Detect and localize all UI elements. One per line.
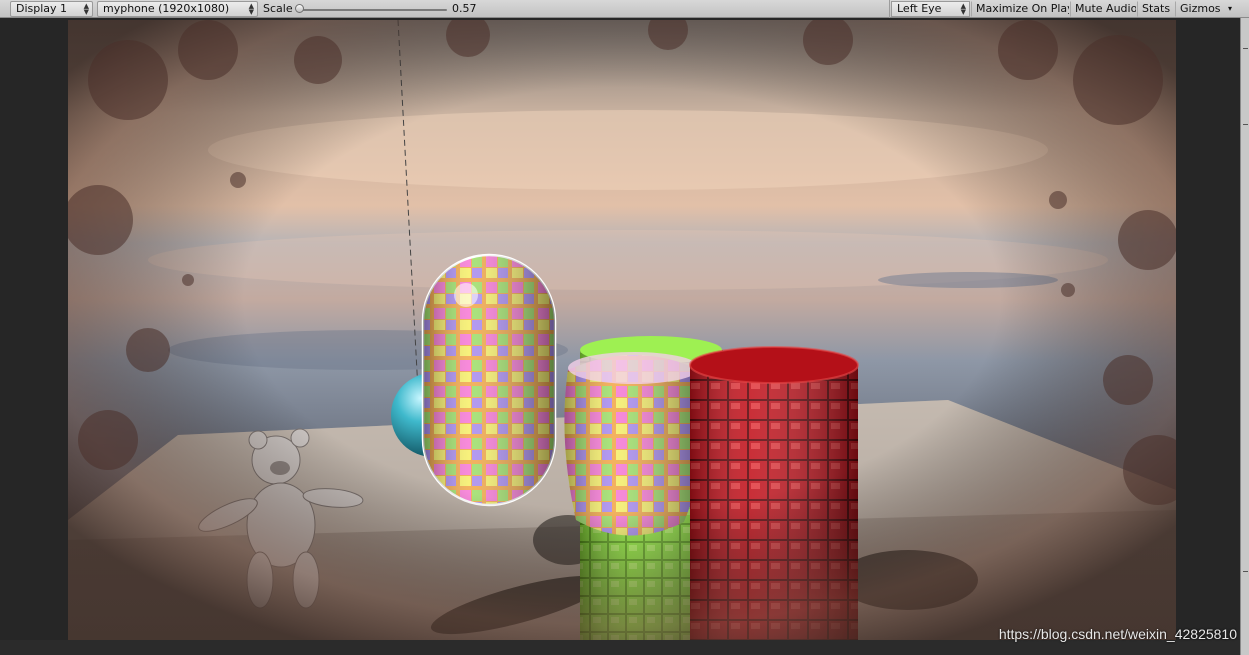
maximize-on-play-toggle[interactable]: Maximize On Play <box>971 1 1070 17</box>
mute-audio-toggle[interactable]: Mute Audio <box>1070 1 1137 17</box>
stats-label: Stats <box>1142 2 1171 15</box>
game-view[interactable] <box>0 18 1249 655</box>
display-dropdown-label: Display 1 <box>16 2 68 15</box>
scale-value: 0.57 <box>452 2 477 15</box>
dropdown-arrows-icon: ▲ ▼ <box>248 2 254 16</box>
scene-rendering <box>68 20 1176 640</box>
dropdown-arrows-icon: ▲ ▼ <box>83 2 89 16</box>
display-dropdown[interactable]: Display 1 ▲ ▼ <box>10 1 93 17</box>
toolbar-divider <box>889 0 890 18</box>
scale-label: Scale <box>263 2 293 15</box>
edge-tick <box>1243 571 1248 572</box>
resolution-dropdown[interactable]: myphone (1920x1080) ▲ ▼ <box>97 1 258 17</box>
right-panel-edge <box>1240 18 1249 655</box>
dropdown-arrows-icon: ▲ ▼ <box>960 2 966 16</box>
eye-dropdown[interactable]: Left Eye ▲ ▼ <box>891 1 970 17</box>
resolution-dropdown-label: myphone (1920x1080) <box>103 2 230 15</box>
watermark-text: https://blog.csdn.net/weixin_42825810 <box>998 626 1237 642</box>
gizmos-label: Gizmos <box>1180 2 1221 15</box>
chevron-down-icon: ▾ <box>1227 4 1232 13</box>
gizmos-dropdown[interactable]: Gizmos ▾ <box>1175 1 1235 17</box>
scale-slider-track[interactable] <box>299 9 447 11</box>
maximize-on-play-label: Maximize On Play <box>976 2 1070 15</box>
eye-dropdown-label: Left Eye <box>897 2 942 15</box>
game-view-bottom-edge <box>0 640 1240 655</box>
game-viewport-render[interactable] <box>68 20 1176 640</box>
game-view-toolbar: Display 1 ▲ ▼ myphone (1920x1080) ▲ ▼ Scal… <box>0 0 1249 18</box>
edge-tick <box>1243 124 1248 125</box>
edge-tick <box>1243 48 1248 49</box>
mute-audio-label: Mute Audio <box>1075 2 1137 15</box>
stats-toggle[interactable]: Stats <box>1137 1 1175 17</box>
slider-thumb-icon[interactable] <box>295 4 304 13</box>
